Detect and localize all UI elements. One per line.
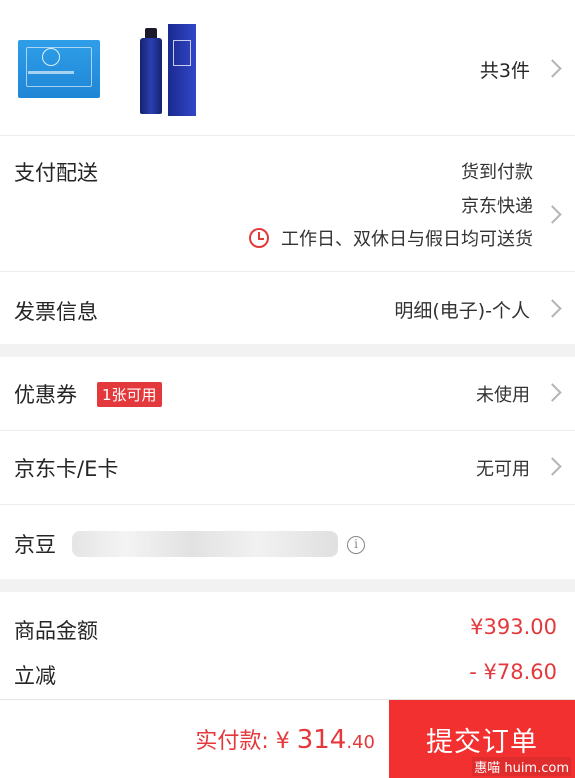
jd-card-value: 无可用 (476, 459, 530, 480)
jd-beans-row: 京豆 i (0, 505, 575, 579)
discount-value: - ¥78.60 (469, 660, 557, 684)
product-list-row[interactable]: 共3件 (0, 0, 575, 136)
item-count: 共3件 (479, 60, 530, 82)
chevron-right-icon (543, 383, 562, 402)
coupon-available-badge: 1张可用 (97, 382, 162, 407)
checkout-bar: 实付款: ¥ 314.40 提交订单 惠喵 huim.com (0, 699, 575, 778)
clock-icon (249, 228, 269, 248)
section-divider (0, 344, 575, 357)
invoice-row[interactable]: 发票信息 明细(电子)-个人 (0, 272, 575, 344)
invoice-value: 明细(电子)-个人 (394, 300, 530, 322)
invoice-label: 发票信息 (14, 300, 98, 324)
coupon-label: 优惠券 (14, 383, 77, 407)
chevron-right-icon (543, 457, 562, 476)
actual-payment-integer: 314 (296, 725, 347, 755)
section-divider (0, 579, 575, 592)
discount-label: 立减 (14, 664, 56, 688)
jd-card-row[interactable]: 京东卡/E卡 无可用 (0, 431, 575, 505)
payment-delivery-label: 支付配送 (14, 161, 98, 185)
goods-amount-label: 商品金额 (14, 619, 98, 643)
payment-method: 货到付款 (461, 162, 533, 183)
actual-payment-decimal: .40 (346, 732, 375, 753)
actual-payment-label: 实付款: ¥ (195, 729, 297, 754)
coupon-row[interactable]: 优惠券 1张可用 未使用 (0, 357, 575, 431)
delivery-time-note: 工作日、双休日与假日均可送货 (249, 225, 533, 251)
watermark: 惠喵 huim.com (472, 757, 571, 776)
payment-delivery-row[interactable]: 支付配送 货到付款 京东快递 工作日、双休日与假日均可送货 (0, 136, 575, 272)
coupon-value: 未使用 (476, 385, 530, 406)
chevron-right-icon (543, 59, 562, 78)
delivery-note-text: 工作日、双休日与假日均可送货 (281, 229, 533, 250)
product-thumbnail-1 (18, 40, 100, 98)
actual-payment: 实付款: ¥ 314.40 (195, 723, 375, 755)
info-icon[interactable]: i (347, 536, 365, 554)
jd-card-label: 京东卡/E卡 (14, 457, 119, 481)
jd-beans-label: 京豆 (14, 533, 56, 557)
courier-name: 京东快递 (461, 196, 533, 217)
product-thumbnail-2 (136, 24, 198, 116)
blurred-text (72, 531, 338, 557)
chevron-right-icon (543, 205, 562, 224)
goods-amount-value: ¥393.00 (470, 615, 557, 639)
chevron-right-icon (543, 299, 562, 318)
order-amounts: 商品金额 ¥393.00 立减 - ¥78.60 (0, 592, 575, 702)
